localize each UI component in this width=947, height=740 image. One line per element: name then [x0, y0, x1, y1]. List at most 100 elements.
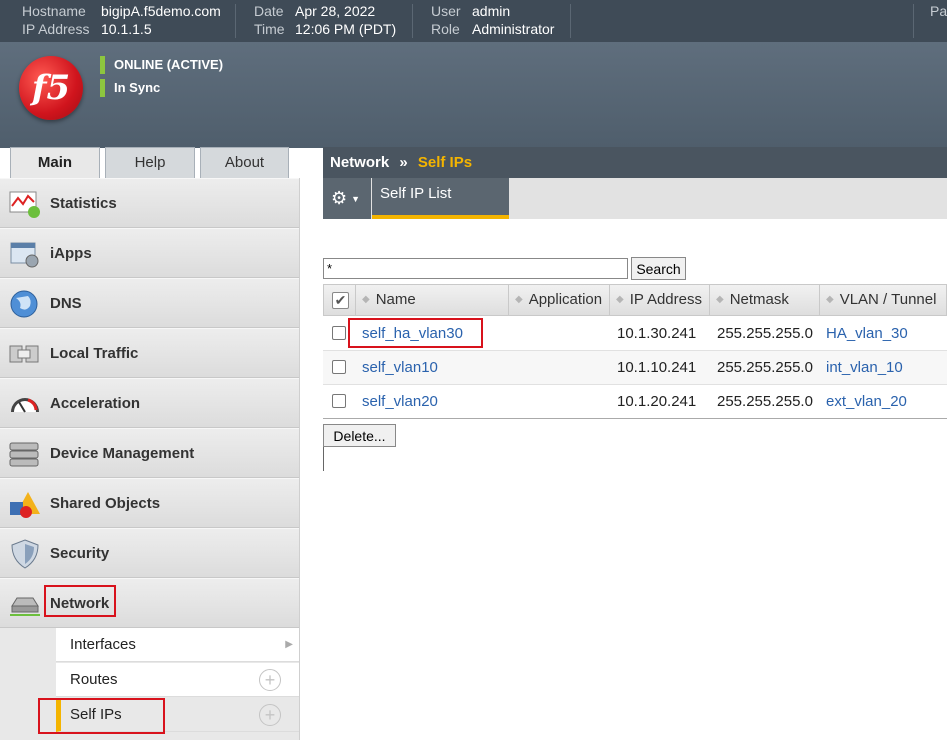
add-route-icon[interactable]: + — [259, 669, 281, 691]
submenu-item-routes[interactable]: Routes + — [56, 663, 299, 697]
row-checkbox[interactable] — [332, 326, 346, 340]
divider — [412, 4, 413, 38]
table-divider — [323, 418, 947, 419]
netmask-cell: 255.255.255.0 — [717, 325, 813, 342]
self-ip-name-link[interactable]: self_vlan20 — [362, 385, 438, 419]
header: f5 ONLINE (ACTIVE) In Sync — [0, 42, 947, 148]
breadcrumb-current: Self IPs — [417, 154, 473, 171]
user-label: User — [431, 3, 461, 19]
shield-icon — [8, 538, 42, 570]
ip-value: 10.1.1.5 — [101, 21, 152, 37]
shapes-icon — [8, 488, 42, 520]
ip-address-cell: 10.1.20.241 — [617, 393, 697, 410]
sidebar-item-label: DNS — [50, 295, 82, 312]
ip-address-cell: 10.1.30.241 — [617, 325, 697, 342]
table-row: self_vlan20 10.1.20.241 255.255.255.0 ex… — [323, 385, 947, 419]
date-value: Apr 28, 2022 — [295, 3, 376, 19]
sidebar-item-statistics[interactable]: Statistics — [0, 178, 299, 228]
sidebar-item-label: Device Management — [50, 445, 195, 462]
column-header-name[interactable]: ◆ Name — [356, 284, 509, 316]
self-ip-name-link[interactable]: self_vlan10 — [362, 351, 438, 385]
statistics-icon — [8, 188, 42, 220]
table-row: self_vlan10 10.1.10.241 255.255.255.0 in… — [323, 351, 947, 385]
search-button[interactable]: Search — [631, 257, 686, 280]
user-info: User admin Role Administrator — [431, 2, 554, 38]
network-highlight — [44, 585, 116, 617]
column-label: Netmask — [729, 291, 789, 308]
sort-icon: ◆ — [515, 294, 523, 306]
search-input[interactable] — [323, 258, 628, 279]
delete-button[interactable]: Delete... — [323, 424, 396, 447]
caret-down-icon: ▼ — [351, 193, 361, 204]
user-value: admin — [472, 3, 511, 19]
sidebar-item-dns[interactable]: DNS — [0, 278, 299, 328]
sidebar-item-iapps[interactable]: iApps — [0, 228, 299, 278]
sort-icon: ◆ — [716, 294, 724, 306]
hostname-value: bigipA.f5demo.com — [101, 3, 221, 19]
local-traffic-icon — [8, 338, 42, 370]
sidebar-item-label: Shared Objects — [50, 495, 161, 512]
column-header-application[interactable]: ◆ Application — [509, 284, 610, 316]
role-value: Administrator — [472, 21, 555, 37]
breadcrumb-separator: » — [399, 154, 408, 171]
ip-address-cell: 10.1.10.241 — [617, 359, 697, 376]
add-self-ip-icon[interactable]: + — [259, 704, 281, 726]
column-label: Name — [375, 291, 416, 308]
role-label: Role — [431, 21, 460, 37]
date-label: Date — [254, 3, 284, 19]
gauge-icon — [8, 388, 42, 420]
sidebar-item-local-traffic[interactable]: Local Traffic — [0, 328, 299, 378]
self-ips-highlight — [38, 698, 165, 734]
network-icon — [8, 588, 42, 620]
submenu-item-interfaces[interactable]: Interfaces ▶ — [56, 628, 299, 662]
sidebar-item-label: Acceleration — [50, 395, 141, 412]
sidebar-item-label: Security — [50, 545, 110, 562]
sort-icon: ◆ — [616, 294, 624, 306]
netmask-cell: 255.255.255.0 — [717, 393, 813, 410]
datetime-info: Date Apr 28, 2022 Time 12:06 PM (PDT) — [254, 2, 396, 38]
divider — [570, 4, 571, 38]
host-info: Hostname bigipA.f5demo.com IP Address 10.1… — [22, 2, 221, 38]
row-checkbox[interactable] — [332, 360, 346, 374]
column-header-vlan-tunnel[interactable]: ◆ VLAN / Tunnel — [820, 284, 947, 316]
divider — [235, 4, 236, 38]
column-header-netmask[interactable]: ◆ Netmask — [710, 284, 820, 316]
partition-info[interactable]: Pa — [930, 2, 947, 20]
select-all-checkbox[interactable]: ✔ — [332, 292, 349, 309]
select-all-header: ✔ — [323, 284, 356, 316]
column-label: IP Address — [629, 291, 702, 308]
top-bar: Hostname bigipA.f5demo.com IP Address 10.1… — [0, 0, 947, 42]
submenu-item-label: Routes — [70, 671, 118, 688]
row-highlight — [348, 318, 483, 348]
sort-icon: ◆ — [826, 294, 834, 306]
tab-help[interactable]: Help — [105, 147, 195, 179]
sidebar-item-label: iApps — [50, 245, 92, 262]
column-label: Application — [528, 291, 603, 308]
vlan-link[interactable]: ext_vlan_20 — [826, 385, 907, 419]
submenu-item-label: Interfaces — [70, 636, 136, 653]
vlan-link[interactable]: HA_vlan_30 — [826, 317, 908, 351]
sub-toolbar: ⚙ ▼ Self IP List — [323, 178, 947, 219]
server-icon — [8, 438, 42, 470]
divider — [913, 4, 914, 38]
gear-icon: ⚙ — [331, 188, 348, 208]
divider — [323, 447, 324, 471]
tab-about[interactable]: About — [200, 147, 289, 179]
vlan-link[interactable]: int_vlan_10 — [826, 351, 903, 385]
gear-menu-button[interactable]: ⚙ ▼ — [323, 178, 371, 219]
sidebar-item-shared-objects[interactable]: Shared Objects — [0, 478, 299, 528]
tab-main[interactable]: Main — [10, 147, 100, 180]
column-header-ip-address[interactable]: ◆ IP Address — [610, 284, 710, 316]
tab-self-ip-list[interactable]: Self IP List — [372, 178, 509, 219]
row-checkbox[interactable] — [332, 394, 346, 408]
ip-label: IP Address — [22, 21, 90, 37]
sidebar-item-acceleration[interactable]: Acceleration — [0, 378, 299, 428]
breadcrumb-root[interactable]: Network — [330, 154, 389, 171]
sync-status: In Sync — [100, 79, 160, 97]
column-label: VLAN / Tunnel — [839, 291, 937, 308]
iapps-icon — [8, 238, 42, 270]
sidebar-item-security[interactable]: Security — [0, 528, 299, 578]
sidebar-item-label: Local Traffic — [50, 345, 139, 362]
time-label: Time — [254, 21, 285, 37]
sidebar-item-device-management[interactable]: Device Management — [0, 428, 299, 478]
